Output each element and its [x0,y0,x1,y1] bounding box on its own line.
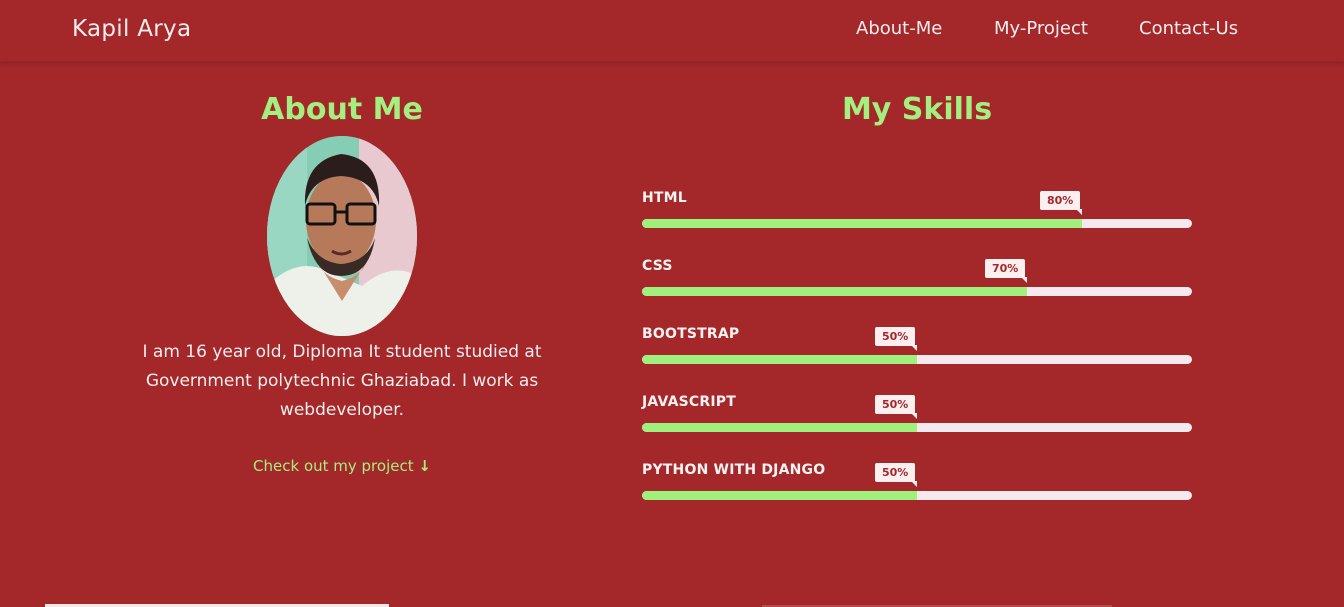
skill-progress-fill [642,355,917,364]
skill-row: PYTHON WITH DJANGO 50% [642,462,1192,512]
arrow-down-icon: ↓ [418,457,431,475]
skill-row: JAVASCRIPT 50% [642,394,1192,444]
skill-progress-fill [642,491,917,500]
skill-row: HTML 80% [642,190,1192,240]
badge-pointer [911,413,917,419]
skill-progress-track [642,219,1192,228]
badge-pointer [911,481,917,487]
skill-percent-badge: 80% [1040,191,1081,210]
badge-pointer [1076,209,1082,215]
nav-link-contact-us[interactable]: Contact-Us [1139,18,1238,39]
skill-progress-fill [642,423,917,432]
skill-name: PYTHON WITH DJANGO [642,462,826,478]
skills-title: My Skills [841,92,993,127]
nav-link-my-project[interactable]: My-Project [994,18,1088,39]
skill-progress-track [642,491,1192,500]
about-title: About Me [261,92,423,127]
nav-link-about-me[interactable]: About-Me [856,18,942,39]
skill-name: CSS [642,258,673,274]
cta-label: Check out my project [253,457,414,475]
skill-percent-badge: 50% [875,395,916,414]
skill-percent-badge: 50% [875,463,916,482]
skill-row: BOOTSTRAP 50% [642,326,1192,376]
navbar: Kapil Arya About-Me My-Project Contact-U… [0,0,1344,62]
skill-progress-track [642,423,1192,432]
skill-name: JAVASCRIPT [642,394,736,410]
skill-progress-fill [642,287,1027,296]
profile-photo [267,136,417,336]
skill-percent-badge: 50% [875,327,916,346]
check-project-link[interactable]: Check out my project ↓ [72,457,612,475]
badge-pointer [911,345,917,351]
skill-progress-track [642,355,1192,364]
skill-progress-fill [642,219,1082,228]
about-description: I am 16 year old, Diploma It student stu… [142,342,542,420]
nav-links: About-Me My-Project Contact-Us [0,18,1344,46]
skill-name: HTML [642,190,687,206]
skill-row: CSS 70% [642,258,1192,308]
avatar [267,136,417,336]
skill-percent-badge: 70% [985,259,1026,278]
skill-name: BOOTSTRAP [642,326,740,342]
badge-pointer [1021,277,1027,283]
skill-progress-track [642,287,1192,296]
